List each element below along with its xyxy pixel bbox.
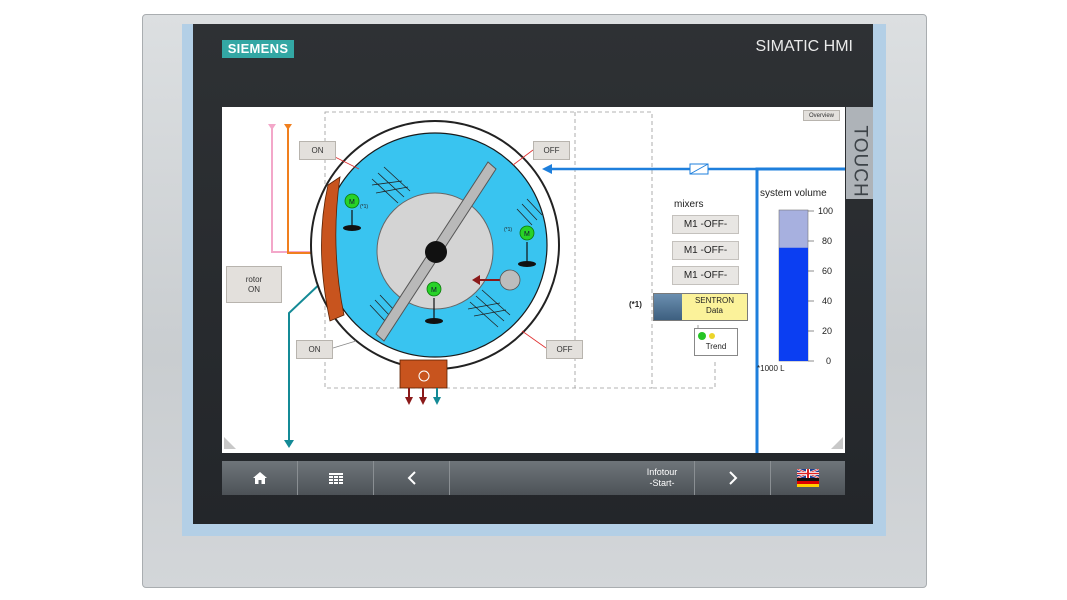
motor-1-label: M	[349, 199, 355, 206]
volume-unit: *1000 L	[757, 364, 785, 373]
outlet-arrow-icon	[405, 397, 413, 405]
pink-pipe-arrow-icon	[268, 124, 276, 130]
sentron-data-button[interactable]: SENTRON Data	[653, 293, 748, 321]
volume-fill	[779, 247, 808, 361]
corner-mark-right	[831, 437, 843, 449]
volume-tick-100: 100	[818, 206, 834, 216]
teal-pipe-arrow-icon	[284, 440, 294, 448]
trend-yellow-led-icon	[709, 333, 715, 339]
motor-2-label: M	[524, 231, 530, 238]
home-button[interactable]	[222, 461, 298, 495]
overview-button[interactable]: Overview	[803, 110, 840, 121]
drum-hub	[425, 241, 447, 263]
chevron-right-icon	[728, 471, 737, 485]
sentron-note: (*1)	[629, 300, 642, 309]
hmi-navbar: Infotour -Start-	[222, 461, 845, 495]
off-button-top[interactable]: OFF	[533, 141, 570, 160]
volume-tick-80: 80	[822, 236, 833, 246]
flag-uk-de-icon	[797, 469, 819, 487]
language-button[interactable]	[771, 461, 845, 495]
teal-pipe	[288, 278, 326, 442]
home-icon	[252, 472, 267, 484]
volume-tick-60: 60	[822, 266, 833, 276]
mixers-title: mixers	[674, 199, 704, 210]
touch-label: TOUCH	[849, 125, 871, 198]
system-volume-title: system volume	[760, 188, 827, 199]
trend-label: Trend	[705, 342, 727, 351]
forward-button[interactable]	[695, 461, 771, 495]
trend-button[interactable]: Trend	[694, 328, 738, 356]
infotour-button[interactable]: Infotour -Start-	[450, 461, 695, 495]
rotor-status-button[interactable]: rotor ON	[226, 266, 282, 303]
on-button-bottom[interactable]: ON	[296, 340, 333, 359]
grid-icon	[328, 472, 343, 484]
brand-logo: SIEMENS	[222, 40, 294, 58]
motor-note-a: (*1)	[360, 204, 368, 210]
volume-tick-0: 0	[826, 356, 832, 366]
mixer-status-1[interactable]: M1 -OFF-	[672, 215, 739, 234]
infotour-label: Infotour -Start-	[646, 467, 678, 488]
screen-list-button[interactable]	[298, 461, 374, 495]
volume-tick-40: 40	[822, 296, 833, 306]
volume-tick-20: 20	[822, 326, 833, 336]
trend-green-led-icon	[698, 332, 706, 340]
sentron-label: SENTRON Data	[694, 296, 735, 315]
back-button[interactable]	[374, 461, 450, 495]
mixer-status-3[interactable]: M1 -OFF-	[672, 266, 739, 285]
mixer-status-2[interactable]: M1 -OFF-	[672, 241, 739, 260]
orange-pipe-arrow-icon	[284, 124, 292, 130]
model-label: SIMATIC HMI	[755, 38, 853, 55]
sentron-device-icon	[654, 294, 682, 320]
motor-note-b: (*1)	[504, 227, 512, 233]
discharge-unit	[399, 359, 448, 389]
dashed-trend-link	[652, 362, 716, 389]
flow-arrow-icon	[542, 164, 552, 174]
sensor-ball	[499, 269, 521, 291]
off-button-bottom[interactable]: OFF	[546, 340, 583, 359]
outlet-arrow-icon	[433, 397, 441, 405]
motor-3-label: M	[431, 287, 437, 294]
on-button-top[interactable]: ON	[299, 141, 336, 160]
hmi-screen: M M M (*1) (*1) Overview ON OFF ON OFF r…	[222, 107, 845, 453]
outlet-arrow-icon	[419, 397, 427, 405]
chevron-left-icon	[407, 471, 416, 485]
corner-mark-left	[224, 437, 236, 449]
